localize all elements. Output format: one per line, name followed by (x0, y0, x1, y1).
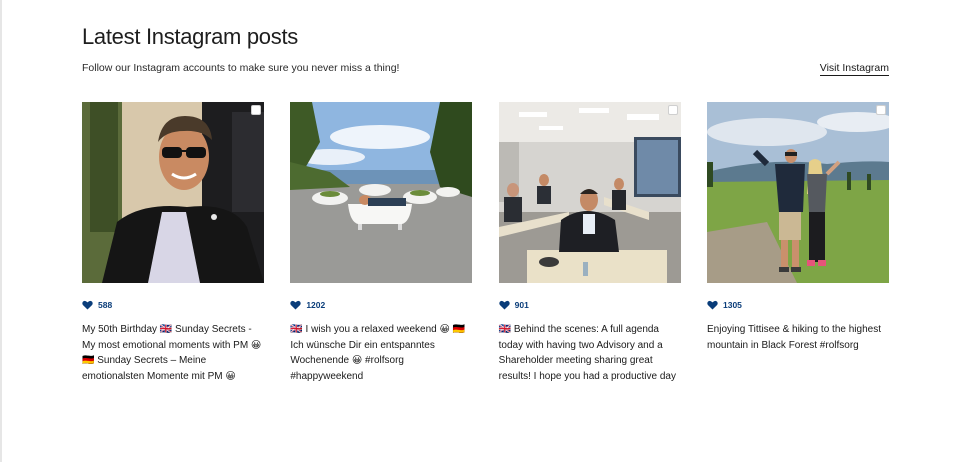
post-caption: Enjoying Tittisee & hiking to the highes… (706, 324, 881, 351)
post-photo[interactable] (82, 102, 264, 283)
heart-icon (498, 300, 510, 310)
instagram-section: Latest Instagram posts Follow our Instag… (82, 0, 889, 462)
heart-icon (82, 300, 93, 310)
like-row: 1305 (707, 298, 889, 312)
meeting-photo-icon (498, 102, 681, 283)
visit-instagram-link[interactable]: Visit Instagram (819, 62, 889, 76)
like-count: 901 (514, 300, 529, 310)
post-card[interactable]: 901 🇬🇧 Behind the scenes: A full agenda … (498, 102, 681, 384)
profile-photo-icon (82, 102, 264, 283)
post-caption: My 50th Birthday 🇬🇧 Sunday Secrets - My … (82, 324, 262, 382)
like-count: 588 (98, 300, 113, 310)
photo-corner-icon (667, 105, 678, 115)
photo-corner-icon (251, 105, 261, 115)
post-photo[interactable] (498, 102, 681, 283)
post-card[interactable]: 1305 Enjoying Tittisee & hiking to the h… (706, 102, 889, 384)
page-left-border (0, 0, 2, 462)
hiking-photo-icon (706, 102, 889, 283)
like-row: 1202 (290, 298, 472, 312)
post-card[interactable]: 1202 🇬🇧 I wish you a relaxed weekend 😀 🇩… (290, 102, 473, 384)
bathtubs-photo-icon (290, 102, 473, 283)
section-subtitle: Follow our Instagram accounts to make su… (82, 62, 400, 74)
post-caption: 🇬🇧 I wish you a relaxed weekend 😀 🇩🇪 Ich… (290, 324, 466, 382)
heart-icon (290, 300, 302, 310)
like-count: 1202 (306, 300, 326, 310)
post-photo[interactable] (290, 102, 473, 283)
like-row: 901 (498, 298, 681, 312)
photo-corner-icon (875, 105, 886, 115)
heart-icon (707, 300, 718, 310)
like-count: 1305 (722, 300, 742, 310)
like-row: 588 (82, 298, 264, 312)
post-photo[interactable] (706, 102, 889, 283)
post-card[interactable]: 588 My 50th Birthday 🇬🇧 Sunday Secrets -… (82, 102, 264, 384)
post-caption: 🇬🇧 Behind the scenes: A full agenda toda… (498, 324, 676, 382)
posts-grid: 588 My 50th Birthday 🇬🇧 Sunday Secrets -… (82, 102, 889, 384)
section-title: Latest Instagram posts (82, 24, 298, 49)
